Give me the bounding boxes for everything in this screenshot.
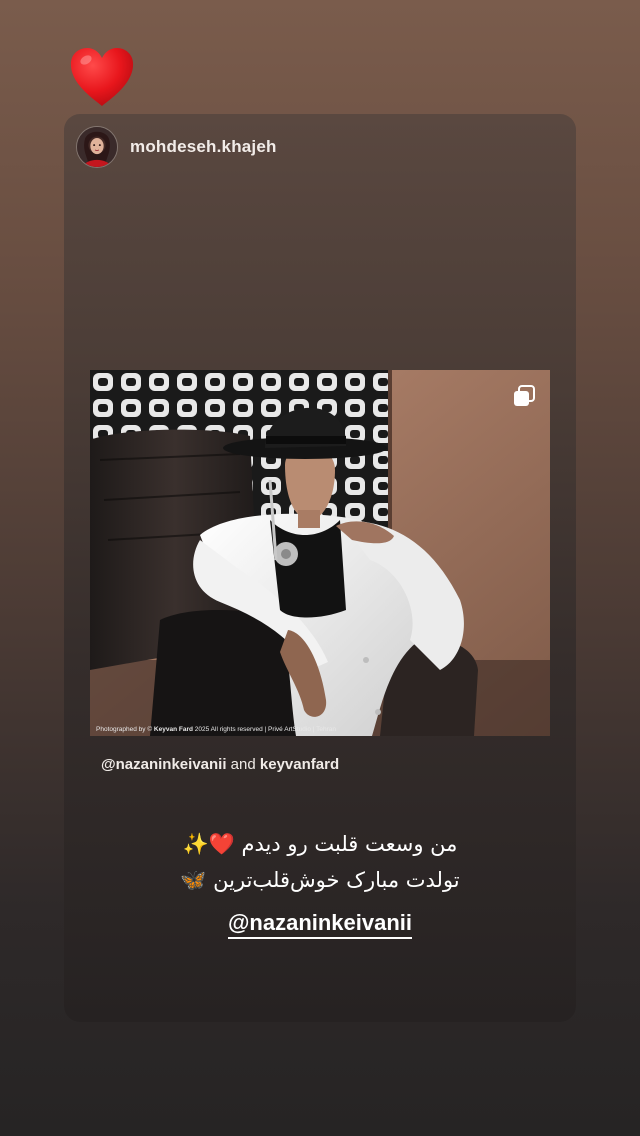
shared-post-card[interactable]: mohdeseh.khajeh Photographed by © Keyvan… xyxy=(64,114,576,1022)
caption-line-1: من وسعت قلبت رو دیدم ❤️✨ xyxy=(182,832,458,856)
carousel-icon xyxy=(512,384,536,408)
post-image[interactable]: Photographed by © Keyvan Fard 2025 All r… xyxy=(90,370,550,736)
avatar[interactable] xyxy=(76,126,118,168)
heart-icon[interactable] xyxy=(68,44,136,112)
tag-second[interactable]: keyvanfard xyxy=(260,756,339,773)
tagged-accounts: @nazaninkeivanii and keyvanfard xyxy=(101,756,339,773)
photo-credit: Photographed by © Keyvan Fard 2025 All r… xyxy=(96,726,337,733)
story-caption: من وسعت قلبت رو دیدم ❤️✨ تولدت مبارک خوش… xyxy=(64,826,576,898)
caption-line-2: تولدت مبارک خوش‌قلب‌ترین 🦋 xyxy=(180,868,460,892)
mention-link[interactable]: @nazaninkeivanii xyxy=(227,910,413,939)
tag-joiner: and xyxy=(226,756,260,773)
tag-first[interactable]: @nazaninkeivanii xyxy=(101,756,227,773)
post-username[interactable]: mohdeseh.khajeh xyxy=(130,137,277,157)
mention-sticker: @nazaninkeivanii xyxy=(64,910,576,939)
post-header: mohdeseh.khajeh xyxy=(76,126,277,168)
